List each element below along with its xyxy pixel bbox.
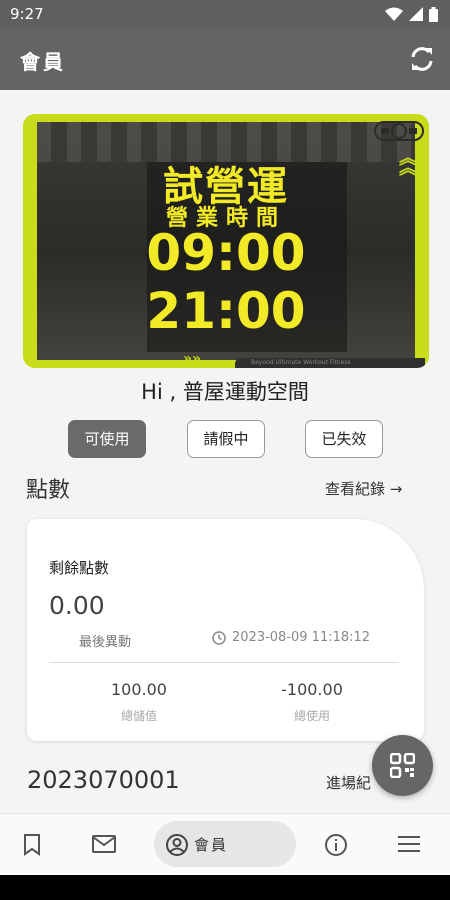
total-stored-value: 100.00 xyxy=(111,680,167,699)
member-id: 2023070001 xyxy=(27,766,180,794)
nav-menu[interactable] xyxy=(386,814,432,876)
last-change-time: 2023-08-09 11:18:12 xyxy=(232,630,371,645)
points-section-title: 點數 xyxy=(26,478,71,503)
qr-code-icon xyxy=(390,753,415,778)
gym-logo-icon xyxy=(374,121,424,141)
points-card: 剩餘點數 0.00 最後異動 2023-08-09 11:18:12 100.0… xyxy=(27,519,424,741)
mail-icon xyxy=(92,835,116,853)
greeting-text: Hi , 普屋運動空間 xyxy=(141,380,309,404)
info-icon xyxy=(325,834,347,856)
qr-code-button[interactable] xyxy=(372,735,433,796)
nav-mail[interactable] xyxy=(80,814,128,876)
page-title: 會員 xyxy=(20,50,66,74)
remaining-points-value: 0.00 xyxy=(49,591,105,620)
chevron-right-icon: »» xyxy=(183,351,202,367)
last-change-label: 最後異動 xyxy=(79,635,132,650)
banner-open-time: 09:00 xyxy=(146,224,306,282)
app-bar: 會員 xyxy=(0,28,450,90)
view-records-link[interactable]: 查看紀錄 → xyxy=(325,478,402,499)
last-change: 2023-08-09 11:18:12 xyxy=(212,630,370,645)
signal-icon xyxy=(409,7,423,21)
nav-member[interactable]: 會員 xyxy=(154,821,296,867)
bookmark-icon xyxy=(24,834,40,856)
status-time: 9:27 xyxy=(10,5,44,23)
chip-on-leave[interactable]: 請假中 xyxy=(187,420,265,458)
nav-bookmark[interactable] xyxy=(10,814,54,876)
status-icons xyxy=(385,6,438,22)
total-stored-label: 總儲值 xyxy=(120,709,157,723)
clock-icon xyxy=(212,630,226,645)
system-navigation-bar xyxy=(0,875,450,900)
menu-icon xyxy=(398,836,420,852)
entry-records-link[interactable]: 進場紀 xyxy=(326,772,371,793)
wifi-icon xyxy=(385,7,403,21)
bottom-navigation: 會員 xyxy=(0,813,450,875)
account-icon xyxy=(166,834,188,856)
divider xyxy=(49,662,399,663)
promo-banner[interactable]: ︽ ︽ 試營運 營業時間 09:00 21:00 »» Beyond Ultima… xyxy=(23,114,429,368)
battery-icon xyxy=(429,6,438,22)
remaining-points-label: 剩餘點數 xyxy=(49,559,110,577)
chip-expired[interactable]: 已失效 xyxy=(305,420,383,458)
banner-close-time: 21:00 xyxy=(146,282,306,340)
chip-available[interactable]: 可使用 xyxy=(68,420,146,458)
nav-member-label: 會員 xyxy=(194,836,229,854)
nav-info[interactable] xyxy=(314,814,358,876)
status-bar: 9:27 xyxy=(0,0,450,28)
banner-tagline: Beyond Ultimate Workout Fitness xyxy=(235,358,425,368)
total-used-label: 總使用 xyxy=(293,709,330,723)
refresh-icon[interactable] xyxy=(408,45,436,73)
total-used-value: -100.00 xyxy=(281,680,343,699)
